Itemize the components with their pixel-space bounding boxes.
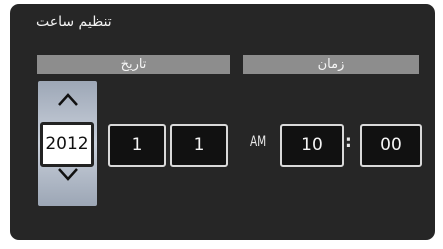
year-field[interactable]: 2012	[40, 122, 94, 167]
increase-year-button[interactable]	[38, 91, 97, 119]
date-section-header: تاريخ	[37, 55, 230, 74]
minute-field[interactable]: 00	[360, 124, 422, 167]
month-field[interactable]: 1	[108, 124, 166, 167]
clock-setting-screen: تنظيم ساعت تاريخ زمان 2012 1 1 AM 10 : 0…	[10, 4, 435, 240]
chevron-up-icon	[57, 93, 78, 106]
chevron-down-icon	[57, 168, 78, 181]
hour-field[interactable]: 10	[280, 124, 344, 167]
time-section-header: زمان	[243, 55, 419, 74]
day-field[interactable]: 1	[170, 124, 228, 167]
ampm-indicator: AM	[250, 134, 267, 150]
decrease-year-button[interactable]	[38, 167, 97, 195]
time-separator: :	[345, 132, 352, 152]
screen-title: تنظيم ساعت	[36, 14, 112, 30]
